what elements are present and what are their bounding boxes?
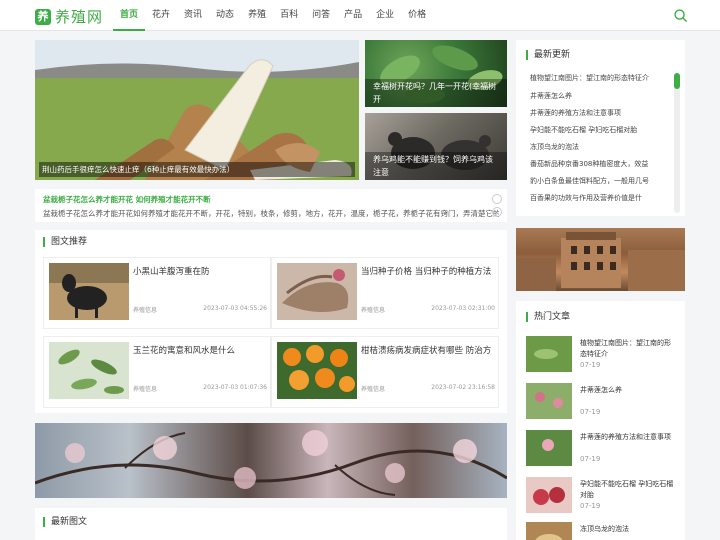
latest-update-item[interactable]: 井蒂莲的养殖方法和注意事项 — [530, 108, 673, 118]
latest-updates-panel: 最新更新 植物望江南图片：望江南的形态特征介 井蒂莲怎么养 井蒂莲的养殖方法和注… — [516, 40, 685, 216]
hot-article-title[interactable]: 孕妇能不能吃石榴 孕妇吃石榴对胎 — [580, 479, 676, 501]
notice-title[interactable]: 盆栽栀子花怎么养才能开花 如何养殖才能花开不断 — [43, 194, 499, 205]
pick-card[interactable]: 柑桔溃疡病发病症状有哪些 防治方 养殖信息 2023-07-02 23:16:5… — [271, 336, 499, 408]
pick-card[interactable]: 玉兰花的寓意和风水是什么 养殖信息 2023-07-03 01:07:36 — [43, 336, 271, 408]
cherry-blossom-banner[interactable] — [35, 423, 507, 498]
pick-card-time: 2023-07-02 23:16:58 — [431, 384, 495, 391]
hot-articles-panel: 热门文章 植物望江南图片：望江南的形态特征介 07-19 井蒂莲怎么养 07-1… — [516, 301, 685, 540]
angelica-root-photo — [277, 263, 357, 320]
hot-articles-title: 热门文章 — [526, 312, 570, 322]
hot-article-thumb — [526, 383, 572, 419]
latest-update-item[interactable]: 孕妇能不能吃石榴 孕妇吃石榴对胎 — [530, 125, 673, 135]
hot-article-item[interactable]: 植物望江南图片：望江南的形态特征介 07-19 — [526, 336, 676, 372]
pick-card-source[interactable]: 养殖信息 — [361, 305, 385, 314]
search-icon[interactable] — [673, 8, 688, 23]
pick-card-source[interactable]: 养殖信息 — [133, 384, 157, 393]
pick-card-title[interactable]: 小黑山羊腹泻重在防 — [133, 265, 267, 277]
hot-article-thumb — [526, 477, 572, 513]
hot-article-title[interactable]: 井蒂莲的养殖方法和注意事项 — [580, 432, 676, 443]
pick-card-title[interactable]: 当归种子价格 当归种子的种植方法 — [361, 265, 495, 277]
main-nav: 首页 花卉 资讯 动态 养殖 百科 问答 产品 企业 价格 — [113, 0, 433, 31]
pick-card[interactable]: 当归种子价格 当归种子的种植方法 养殖信息 2023-07-03 02:31:0… — [271, 257, 499, 329]
logo-badge: 养 — [35, 8, 51, 25]
nav-products[interactable]: 产品 — [337, 0, 369, 31]
hot-article-item[interactable]: 孕妇能不能吃石榴 孕妇吃石榴对胎 07-19 — [526, 477, 676, 513]
hot-article-item[interactable]: 井蒂莲的养殖方法和注意事项 07-19 — [526, 430, 676, 466]
featured-article-notice[interactable]: 盆栽栀子花怎么养才能开花 如何养殖才能花开不断 盆栽栀子花怎么养才能开花如何养殖… — [35, 189, 507, 222]
pick-card-time: 2023-07-03 04:55:26 — [203, 305, 267, 312]
nav-breeding[interactable]: 养殖 — [241, 0, 273, 31]
hero-side-caption-1[interactable]: 幸福树开花吗？几年一开花(幸福树开 — [365, 79, 507, 107]
latest-update-item[interactable]: 豹小白条鱼最佳饵料配方，一般用几号 — [530, 176, 673, 186]
latest-update-item[interactable]: 百香果的功效与作用及营养价值是什 — [530, 193, 673, 203]
goat-photo — [49, 263, 129, 320]
latest-graphic-section: 最新图文 — [35, 508, 507, 540]
notice-text: 盆栽栀子花怎么养才能开花如何养殖才能花开不断，开花，特别，枝条，修剪，地方，花开… — [43, 209, 499, 218]
pick-card-title[interactable]: 玉兰花的寓意和风水是什么 — [133, 344, 267, 356]
notice-next-dot[interactable] — [492, 207, 502, 217]
pick-card-meta: 养殖信息 2023-07-03 01:07:36 — [133, 384, 267, 394]
latest-update-item[interactable]: 井蒂莲怎么养 — [530, 91, 673, 101]
city-buildings-photo — [516, 232, 685, 291]
nav-flowers[interactable]: 花卉 — [145, 0, 177, 31]
hot-article-date: 07-19 — [580, 455, 601, 463]
blossom-branches-image — [35, 430, 507, 496]
hot-article-item[interactable]: 井蒂莲怎么养 07-19 — [526, 383, 676, 419]
latest-update-item[interactable]: 番茄新品种京番308种植密度大，效益 — [530, 159, 673, 169]
hot-article-thumb — [526, 430, 572, 466]
pick-card-meta: 养殖信息 2023-07-03 04:55:26 — [133, 305, 267, 315]
nav-news[interactable]: 资讯 — [177, 0, 209, 31]
pick-card-meta: 养殖信息 2023-07-02 23:16:58 — [361, 384, 495, 394]
scrollbar-thumb[interactable] — [674, 73, 680, 89]
pick-card-source[interactable]: 养殖信息 — [361, 384, 385, 393]
nav-home[interactable]: 首页 — [113, 0, 146, 31]
pick-card-time: 2023-07-03 02:31:00 — [431, 305, 495, 312]
site-header: 养 养殖网 首页 花卉 资讯 动态 养殖 百科 问答 产品 企业 价格 — [0, 0, 720, 31]
picks-title: 图文推荐 — [43, 237, 87, 247]
hot-article-date: 07-19 — [580, 408, 601, 416]
pick-card-time: 2023-07-03 01:07:36 — [203, 384, 267, 391]
hero-side-caption-2[interactable]: 养乌鸡能不能赚到钱？饲养乌鸡该注意 — [365, 152, 507, 180]
hot-article-thumb — [526, 522, 572, 540]
hero-main-caption[interactable]: 荆山药后手很痒怎么快速止痒（6种止痒最有效最快办法） — [39, 162, 355, 177]
city-ad-image[interactable] — [516, 228, 685, 291]
hero-main-slide[interactable]: 荆山药后手很痒怎么快速止痒（6种止痒最有效最快办法） — [35, 40, 359, 180]
nav-updates[interactable]: 动态 — [209, 0, 241, 31]
nav-companies[interactable]: 企业 — [369, 0, 401, 31]
magnolia-photo — [49, 342, 129, 399]
pick-card[interactable]: 小黑山羊腹泻重在防 养殖信息 2023-07-03 04:55:26 — [43, 257, 271, 329]
hot-article-title[interactable]: 冻顶乌龙的泡法 — [580, 524, 676, 535]
logo-text: 养殖网 — [55, 8, 104, 26]
latest-updates-title: 最新更新 — [526, 50, 570, 60]
hot-article-thumb — [526, 336, 572, 372]
hero-side-slide-2[interactable]: 养乌鸡能不能赚到钱？饲养乌鸡该注意 — [365, 113, 507, 180]
hot-article-title[interactable]: 植物望江南图片：望江南的形态特征介 — [580, 338, 676, 360]
nav-encyclopedia[interactable]: 百科 — [273, 0, 305, 31]
latest-graphic-title: 最新图文 — [43, 517, 87, 527]
hot-article-date: 07-19 — [580, 502, 601, 510]
picks-section: 图文推荐 小黑山羊腹泻重在防 养殖信息 2023-07-03 04:55:26 … — [35, 230, 507, 413]
latest-update-item[interactable]: 冻顶乌龙的泡法 — [530, 142, 673, 152]
pick-card-meta: 养殖信息 2023-07-03 02:31:00 — [361, 305, 495, 315]
hero-side-slide-1[interactable]: 幸福树开花吗？几年一开花(幸福树开 — [365, 40, 507, 107]
nav-qa[interactable]: 问答 — [305, 0, 337, 31]
hot-article-title[interactable]: 井蒂莲怎么养 — [580, 385, 676, 396]
oranges-photo — [277, 342, 357, 399]
nav-prices[interactable]: 价格 — [401, 0, 433, 31]
pick-card-title[interactable]: 柑桔溃疡病发病症状有哪些 防治方 — [361, 344, 495, 356]
hot-article-item[interactable]: 冻顶乌龙的泡法 — [526, 522, 676, 540]
site-logo[interactable]: 养 养殖网 — [35, 6, 103, 27]
notice-prev-dot[interactable] — [492, 194, 502, 204]
latest-updates-scrollbar[interactable] — [674, 73, 680, 213]
yam-photo — [35, 40, 359, 180]
pick-card-source[interactable]: 养殖信息 — [133, 305, 157, 314]
latest-update-item[interactable]: 植物望江南图片：望江南的形态特征介 — [530, 73, 673, 83]
hot-article-date: 07-19 — [580, 361, 601, 369]
